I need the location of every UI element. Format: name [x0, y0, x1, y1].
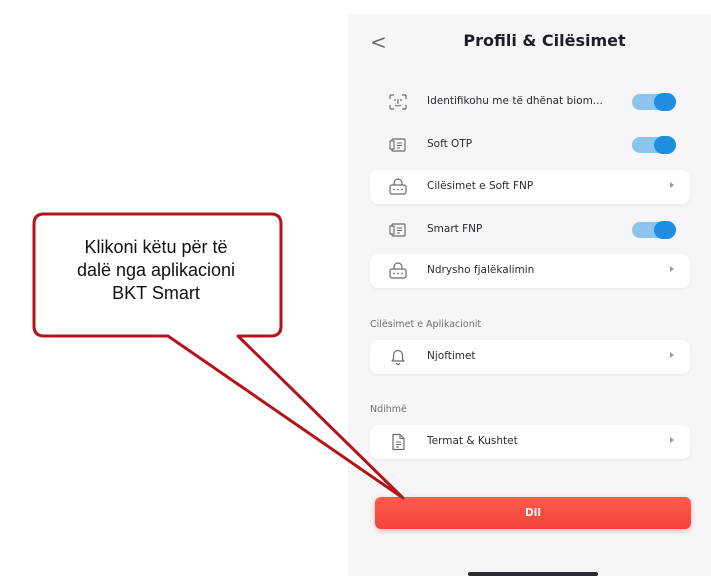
page-title: Profili & Cilësimet — [463, 31, 626, 50]
password-icon — [388, 262, 408, 280]
phone-screen: < Profili & Cilësimet Identifikohu me të… — [348, 14, 711, 576]
toggle-knob — [654, 136, 676, 154]
document-icon — [388, 433, 408, 451]
settings-label: Njoftimet — [427, 350, 476, 362]
settings-row-smart-fnp: Smart FNP — [370, 213, 690, 247]
settings-label: Soft OTP — [427, 138, 473, 150]
header: < Profili & Cilësimet — [348, 14, 711, 70]
settings-label: Ndrysho fjalëkalimin — [427, 264, 535, 276]
bell-icon — [388, 348, 408, 366]
settings-label: Smart FNP — [427, 223, 483, 235]
chevron-right-icon — [670, 182, 674, 188]
settings-label: Identifikohu me të dhënat biom... — [427, 95, 603, 107]
callout-text: Klikoni këtu për të dalë nga aplikacioni… — [36, 236, 276, 305]
toggle-knob — [654, 93, 676, 111]
callout-line: BKT Smart — [112, 283, 200, 303]
smart-fnp-toggle[interactable] — [632, 221, 676, 239]
settings-row-terms[interactable]: Termat & Kushtet — [370, 425, 690, 459]
settings-label: Termat & Kushtet — [427, 435, 518, 447]
otp-icon — [388, 221, 408, 239]
callout-line: Klikoni këtu për të — [84, 237, 228, 257]
settings-row-notifications[interactable]: Njoftimet — [370, 340, 690, 374]
section-label-app-settings: Cilësimet e Aplikacionit — [370, 319, 482, 330]
home-indicator — [468, 572, 598, 576]
settings-row-change-password[interactable]: Ndrysho fjalëkalimin — [370, 254, 690, 288]
callout-line: dalë nga aplikacioni — [76, 260, 236, 280]
settings-row-soft-otp: Soft OTP — [370, 128, 690, 162]
biometric-toggle[interactable] — [632, 93, 676, 111]
chevron-right-icon — [670, 437, 674, 443]
chevron-right-icon — [670, 266, 674, 272]
settings-label: Cilësimet e Soft FNP — [427, 180, 534, 192]
chevron-right-icon — [670, 352, 674, 358]
section-label-help: Ndihmë — [370, 404, 407, 415]
settings-row-soft-fnp[interactable]: Cilësimet e Soft FNP — [370, 170, 690, 204]
face-id-icon — [388, 93, 408, 111]
back-button[interactable]: < — [370, 30, 392, 54]
toggle-knob — [654, 221, 676, 239]
otp-icon — [388, 136, 408, 154]
soft-otp-toggle[interactable] — [632, 136, 676, 154]
settings-row-biometric: Identifikohu me të dhënat biom... — [370, 85, 690, 119]
password-icon — [388, 178, 408, 196]
logout-button[interactable]: Dil — [375, 497, 691, 529]
